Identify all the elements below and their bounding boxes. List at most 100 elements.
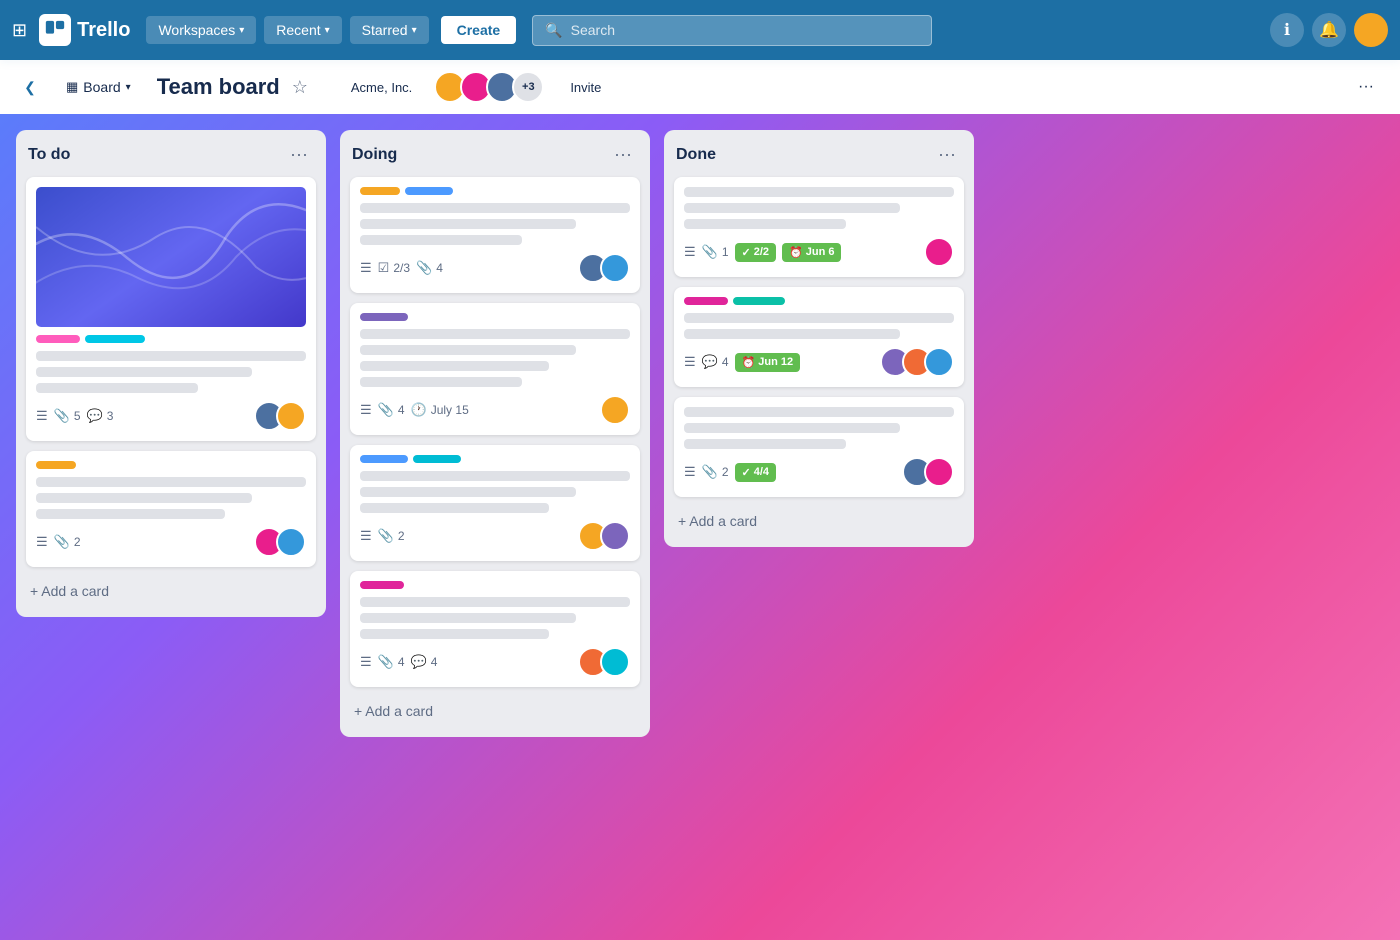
card-card4[interactable]: ☰📎4🕐July 15 xyxy=(350,303,640,435)
column-title-doing: Doing xyxy=(352,146,397,164)
add-card-done[interactable]: + Add a card xyxy=(674,507,964,535)
card-card6[interactable]: ☰📎4💬4 xyxy=(350,571,640,687)
card-footer-card6: ☰📎4💬4 xyxy=(360,647,630,677)
add-card-doing[interactable]: + Add a card xyxy=(350,697,640,725)
meta-icon: ☰ xyxy=(360,654,372,670)
meta-text: 2 xyxy=(398,529,405,543)
add-card-todo[interactable]: + Add a card xyxy=(26,577,316,605)
trello-logo-icon xyxy=(39,14,71,46)
search-input[interactable] xyxy=(571,22,920,38)
card-footer-card5: ☰ 📎2 xyxy=(360,521,630,551)
column-done: Done···☰📎1✓2/2⏰Jun 6☰💬4⏰Jun 12☰📎2✓4/4+ A… xyxy=(664,130,974,547)
meta-icon: 💬 xyxy=(702,354,718,370)
card-line-card5 xyxy=(360,503,549,513)
meta-icon: 🕐 xyxy=(411,402,427,418)
card-line-card4 xyxy=(360,345,576,355)
badge-check-icon: ✓ xyxy=(742,246,751,259)
card-card7[interactable]: ☰📎1✓2/2⏰Jun 6 xyxy=(674,177,964,277)
card-meta-card3: ☰ xyxy=(360,260,372,276)
card-card1[interactable]: ☰📎5💬3 xyxy=(26,177,316,441)
label-teal xyxy=(733,297,785,305)
card-meta-card8: 💬4 xyxy=(702,354,729,370)
card-labels-card5 xyxy=(360,455,630,463)
column-title-done: Done xyxy=(676,146,716,164)
card-avatars-card4 xyxy=(600,395,630,425)
sidebar-toggle[interactable]: ❮ xyxy=(16,73,44,101)
workspaces-button[interactable]: Workspaces ▾ xyxy=(146,16,256,44)
card-line-card7 xyxy=(684,219,846,229)
invite-button[interactable]: Invite xyxy=(556,75,615,100)
card-labels-card4 xyxy=(360,313,630,321)
workspace-chip[interactable]: Acme, Inc. xyxy=(341,75,422,100)
badge-text: Jun 12 xyxy=(758,356,793,368)
card-line-card2 xyxy=(36,509,225,519)
card-line-card5 xyxy=(360,487,576,497)
card-avatars-card2 xyxy=(254,527,306,557)
notification-button[interactable]: 🔔 xyxy=(1312,13,1346,47)
column-title-todo: To do xyxy=(28,146,70,164)
create-button[interactable]: Create xyxy=(441,16,517,44)
badge-clock-icon: ⏰ xyxy=(742,356,756,369)
column-header-done: Done ··· xyxy=(674,142,964,167)
meta-text: July 15 xyxy=(431,403,469,417)
card-meta-card5: 📎2 xyxy=(378,528,405,544)
card-card8[interactable]: ☰ 💬4 ⏰Jun 12 xyxy=(674,287,964,387)
card-meta-card6: ☰ xyxy=(360,654,372,670)
grid-icon[interactable]: ⊞ xyxy=(12,20,27,41)
card-avatar xyxy=(600,647,630,677)
card-meta-card7: ☰ xyxy=(684,244,696,260)
card-line-card4 xyxy=(360,377,522,387)
card-card5[interactable]: ☰ 📎2 xyxy=(350,445,640,561)
card-meta-card1: ☰ xyxy=(36,408,48,424)
trello-logo[interactable]: Trello xyxy=(39,14,130,46)
card-line-card1 xyxy=(36,351,306,361)
card-card3[interactable]: ☰☑2/3📎4 xyxy=(350,177,640,293)
card-footer-card3: ☰☑2/3📎4 xyxy=(360,253,630,283)
column-menu-doing[interactable]: ··· xyxy=(608,142,638,167)
meta-text: 4 xyxy=(436,261,443,275)
card-line-card8 xyxy=(684,313,954,323)
badge-clock: ⏰Jun 12 xyxy=(735,353,801,372)
member-more[interactable]: +3 xyxy=(512,71,544,103)
meta-icon: ☑ xyxy=(378,260,390,276)
meta-icon: 📎 xyxy=(378,654,394,670)
recent-button[interactable]: Recent ▾ xyxy=(264,16,341,44)
column-menu-todo[interactable]: ··· xyxy=(284,142,314,167)
more-button[interactable]: ··· xyxy=(1348,73,1384,101)
card-avatar xyxy=(924,347,954,377)
search-bar[interactable]: 🔍 xyxy=(532,15,932,46)
info-button[interactable]: ℹ xyxy=(1270,13,1304,47)
card-card9[interactable]: ☰📎2✓4/4 xyxy=(674,397,964,497)
card-line-card2 xyxy=(36,477,306,487)
star-button[interactable]: ☆ xyxy=(292,77,308,98)
board-view-button[interactable]: ▦ Board ▾ xyxy=(56,74,141,100)
meta-icon: 📎 xyxy=(416,260,432,276)
badge-text: 2/2 xyxy=(754,246,769,258)
card-labels-card2 xyxy=(36,461,306,469)
column-menu-done[interactable]: ··· xyxy=(932,142,962,167)
card-meta-card8: ☰ xyxy=(684,354,696,370)
card-line-card2 xyxy=(36,493,252,503)
card-footer-card8: ☰ 💬4 ⏰Jun 12 xyxy=(684,347,954,377)
card-footer-card7: ☰📎1✓2/2⏰Jun 6 xyxy=(684,237,954,267)
member-avatars: +3 xyxy=(434,71,544,103)
card-meta-card4: 🕐 July 15 xyxy=(411,402,469,418)
card-meta-card1: 📎5 xyxy=(54,408,81,424)
column-header-todo: To do ··· xyxy=(26,142,316,167)
card-card2[interactable]: ☰📎2 xyxy=(26,451,316,567)
card-meta-card5: ☰ xyxy=(360,528,372,544)
meta-icon: ☰ xyxy=(36,534,48,550)
recent-chevron: ▾ xyxy=(325,25,330,36)
card-meta-card6: 📎4 xyxy=(378,654,405,670)
label-cyan xyxy=(85,335,145,343)
badge-check: ✓4/4 xyxy=(735,463,777,482)
user-avatar[interactable] xyxy=(1354,13,1388,47)
column-header-doing: Doing ··· xyxy=(350,142,640,167)
card-line-card4 xyxy=(360,361,549,371)
badge-clock: ⏰Jun 6 xyxy=(782,243,841,262)
starred-button[interactable]: Starred ▾ xyxy=(350,16,429,44)
card-avatar xyxy=(276,527,306,557)
header-separator xyxy=(324,75,325,99)
meta-icon: ☰ xyxy=(684,464,696,480)
board-view-icon: ▦ xyxy=(66,79,78,95)
